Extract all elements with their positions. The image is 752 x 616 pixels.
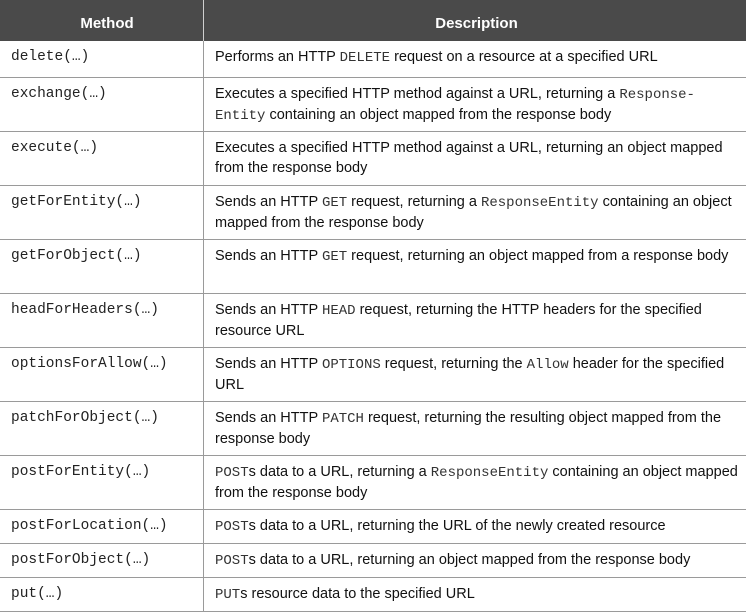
code-fragment: PUT bbox=[215, 587, 241, 603]
table-row: optionsForAllow(…) Sends an HTTP OPTIONS … bbox=[0, 347, 746, 401]
code-fragment: POST bbox=[215, 465, 249, 481]
method-name: patchForObject(…) bbox=[11, 410, 159, 426]
table-row: postForEntity(…) POSTs data to a URL, ret… bbox=[0, 455, 746, 509]
method-cell: getForEntity(…) bbox=[0, 186, 204, 239]
table-row: execute(…) Executes a specified HTTP meth… bbox=[0, 131, 746, 185]
method-name: getForObject(…) bbox=[11, 248, 142, 264]
code-fragment: POST bbox=[215, 553, 249, 569]
header-description: Description bbox=[435, 15, 518, 32]
methods-table: Method Description delete(…) Performs an … bbox=[0, 0, 746, 612]
description-text: Executes a specified HTTP method against… bbox=[215, 140, 723, 176]
description-text: request, returning the bbox=[380, 356, 527, 372]
code-fragment: OPTIONS bbox=[321, 357, 381, 373]
header-method: Method bbox=[0, 0, 204, 41]
method-cell: exchange(…) bbox=[0, 78, 204, 131]
description-cell: PUTs resource data to the specified URL bbox=[204, 578, 746, 611]
method-name: execute(…) bbox=[11, 140, 99, 156]
code-fragment: PATCH bbox=[321, 411, 364, 427]
method-name: delete(…) bbox=[11, 49, 90, 65]
table-body: delete(…) Performs an HTTP DELETE request… bbox=[0, 41, 746, 611]
table-row: exchange(…) Executes a specified HTTP met… bbox=[0, 77, 746, 131]
code-fragment: GET bbox=[321, 249, 348, 265]
method-cell: headForHeaders(…) bbox=[0, 294, 204, 347]
description-text: Sends an HTTP bbox=[215, 410, 322, 426]
description-cell: Performs an HTTP DELETE request on a res… bbox=[204, 41, 746, 77]
method-name: put(…) bbox=[11, 586, 64, 602]
method-cell: delete(…) bbox=[0, 41, 204, 77]
code-fragment: POST bbox=[215, 519, 249, 535]
description-text: s data to a URL, returning an object map… bbox=[248, 552, 691, 568]
description-cell: Sends an HTTP OPTIONS request, returning… bbox=[204, 348, 746, 401]
code-fragment: ResponseEntity bbox=[430, 465, 549, 481]
table-row: postForLocation(…) POSTs data to a URL, r… bbox=[0, 509, 746, 543]
code-fragment: DELETE bbox=[339, 50, 391, 66]
description-text: Sends an HTTP bbox=[215, 356, 322, 372]
method-name: getForEntity(…) bbox=[11, 194, 142, 210]
method-name: exchange(…) bbox=[11, 86, 107, 102]
method-cell: execute(…) bbox=[0, 132, 204, 185]
method-cell: postForLocation(…) bbox=[0, 510, 204, 543]
description-text: s resource data to the specified URL bbox=[240, 586, 475, 602]
description-text: Executes a specified HTTP method against… bbox=[215, 86, 620, 102]
description-text: s data to a URL, returning a bbox=[248, 464, 431, 480]
method-name: optionsForAllow(…) bbox=[11, 356, 168, 372]
table-row: put(…) PUTs resource data to the specifie… bbox=[0, 577, 746, 611]
description-cell: POSTs data to a URL, returning a Respons… bbox=[204, 456, 746, 509]
description-cell: Executes a specified HTTP method against… bbox=[204, 132, 746, 185]
method-cell: patchForObject(…) bbox=[0, 402, 204, 455]
description-cell: Sends an HTTP HEAD request, returning th… bbox=[204, 294, 746, 347]
description-text: request, returning an object mapped from… bbox=[347, 248, 729, 264]
code-fragment: Allow bbox=[526, 357, 569, 373]
code-fragment: HEAD bbox=[321, 303, 356, 319]
description-text: Sends an HTTP bbox=[215, 248, 322, 264]
method-cell: put(…) bbox=[0, 578, 204, 611]
table-row: getForObject(…) Sends an HTTP GET request… bbox=[0, 239, 746, 293]
description-cell: Sends an HTTP GET request, returning a R… bbox=[204, 186, 746, 239]
method-name: headForHeaders(…) bbox=[11, 302, 159, 318]
description-text: Performs an HTTP bbox=[215, 49, 340, 65]
description-cell: Sends an HTTP PATCH request, returning t… bbox=[204, 402, 746, 455]
method-name: postForEntity(…) bbox=[11, 464, 151, 480]
description-text: Sends an HTTP bbox=[215, 302, 322, 318]
method-cell: postForObject(…) bbox=[0, 544, 204, 577]
description-cell: POSTs data to a URL, returning the URL o… bbox=[204, 510, 746, 543]
table-row: patchForObject(…) Sends an HTTP PATCH req… bbox=[0, 401, 746, 455]
table-row: getForEntity(…) Sends an HTTP GET request… bbox=[0, 185, 746, 239]
description-cell: Executes a specified HTTP method against… bbox=[204, 78, 746, 131]
description-text: request, returning a bbox=[347, 194, 481, 210]
description-text: request on a resource at a specified URL bbox=[390, 49, 658, 65]
description-cell: Sends an HTTP GET request, returning an … bbox=[204, 240, 746, 293]
description-text: s data to a URL, returning the URL of th… bbox=[248, 518, 666, 534]
table-row: delete(…) Performs an HTTP DELETE request… bbox=[0, 41, 746, 77]
method-cell: getForObject(…) bbox=[0, 240, 204, 293]
code-fragment: GET bbox=[321, 195, 348, 211]
description-text: containing an object mapped from the res… bbox=[265, 107, 612, 123]
code-fragment: ResponseEntity bbox=[480, 195, 599, 211]
method-name: postForObject(…) bbox=[11, 552, 151, 568]
table-row: postForObject(…) POSTs data to a URL, ret… bbox=[0, 543, 746, 577]
description-text: Sends an HTTP bbox=[215, 194, 322, 210]
description-cell: POSTs data to a URL, returning an object… bbox=[204, 544, 746, 577]
table-header: Method Description bbox=[0, 0, 746, 41]
method-cell: postForEntity(…) bbox=[0, 456, 204, 509]
method-cell: optionsForAllow(…) bbox=[0, 348, 204, 401]
method-name: postForLocation(…) bbox=[11, 518, 168, 534]
table-row: headForHeaders(…) Sends an HTTP HEAD requ… bbox=[0, 293, 746, 347]
